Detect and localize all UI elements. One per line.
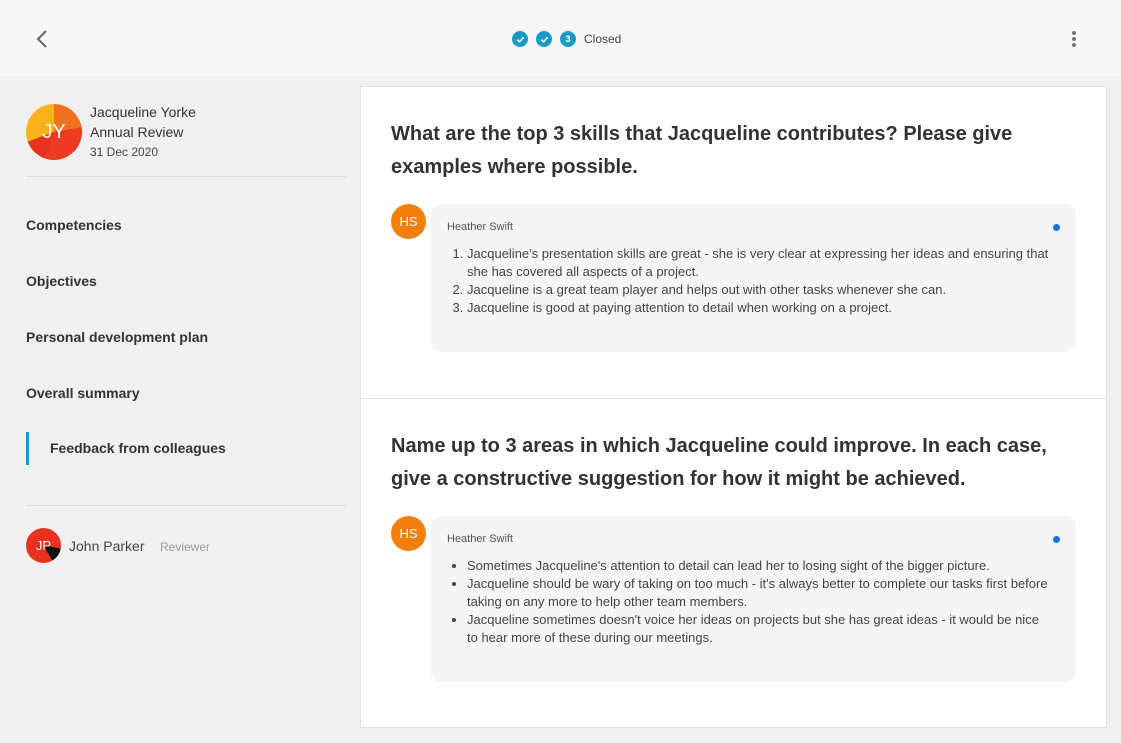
- feedback-panel: What are the top 3 skills that Jacquelin…: [360, 86, 1107, 728]
- chevron-left-icon: [36, 30, 47, 48]
- reviewer-role: Reviewer: [160, 540, 211, 554]
- nav-item-competencies[interactable]: Competencies: [26, 217, 122, 233]
- check-icon: [540, 36, 548, 43]
- active-indicator: [26, 432, 29, 465]
- nav-item-label: Feedback from colleagues: [50, 440, 226, 456]
- list-item: Jacqueline's presentation skills are gre…: [467, 245, 1052, 281]
- step-1-complete: [512, 31, 528, 47]
- unread-indicator: [1053, 536, 1060, 543]
- nav-item-overall-summary[interactable]: Overall summary: [26, 385, 140, 401]
- response-bubble: Heather Swift Sometimes Jacqueline's att…: [431, 516, 1076, 682]
- list-item: Sometimes Jacqueline's attention to deta…: [467, 557, 1052, 575]
- list-item: Jacqueline is a great team player and he…: [467, 281, 1052, 299]
- review-profile: JY Jacqueline Yorke Annual Review 31 Dec…: [26, 102, 346, 174]
- reviewer-avatar: JP: [26, 528, 61, 563]
- response-list: Sometimes Jacqueline's attention to deta…: [467, 557, 1052, 647]
- back-button[interactable]: [28, 24, 56, 54]
- question-divider: [361, 398, 1106, 399]
- kebab-dot-icon: [1072, 31, 1076, 35]
- step-2-complete: [536, 31, 552, 47]
- response-bubble: Heather Swift Jacqueline's presentation …: [431, 204, 1076, 352]
- nav-item-personal-development-plan[interactable]: Personal development plan: [26, 329, 208, 345]
- employee-name: Jacqueline Yorke: [90, 104, 196, 120]
- nav-item-feedback-from-colleagues[interactable]: Feedback from colleagues: [26, 432, 346, 465]
- question-title: What are the top 3 skills that Jacquelin…: [391, 123, 1013, 178]
- list-item: Jacqueline sometimes doesn't voice her i…: [467, 611, 1052, 647]
- nav-item-objectives[interactable]: Objectives: [26, 273, 97, 289]
- response-author: Heather Swift: [447, 533, 514, 545]
- respondent-avatar: HS: [391, 204, 426, 239]
- kebab-dot-icon: [1072, 37, 1076, 41]
- reviewer: JP John Parker Reviewer: [26, 528, 346, 564]
- top-bar: 3 Closed: [0, 0, 1121, 76]
- status-label: Closed: [584, 32, 622, 46]
- step-3-current: 3: [560, 31, 576, 47]
- response-author: Heather Swift: [447, 221, 514, 233]
- more-options-button[interactable]: [1064, 28, 1084, 50]
- avatar: JY: [26, 104, 82, 160]
- review-type: Annual Review: [90, 124, 184, 140]
- response-list: Jacqueline's presentation skills are gre…: [467, 245, 1052, 317]
- unread-indicator: [1053, 224, 1060, 231]
- sidebar-divider: [26, 505, 346, 506]
- progress-steps: 3 Closed: [512, 31, 621, 47]
- check-icon: [516, 36, 524, 43]
- sidebar: JY Jacqueline Yorke Annual Review 31 Dec…: [0, 76, 360, 743]
- list-item: Jacqueline should be wary of taking on t…: [467, 575, 1052, 611]
- list-item: Jacqueline is good at paying attention t…: [467, 299, 1052, 317]
- respondent-avatar: HS: [391, 516, 426, 551]
- reviewer-name: John Parker: [69, 538, 145, 554]
- question-title: Name up to 3 areas in which Jacqueline c…: [391, 435, 1047, 490]
- sidebar-divider: [26, 176, 346, 177]
- kebab-dot-icon: [1072, 43, 1076, 47]
- review-date: 31 Dec 2020: [90, 145, 159, 159]
